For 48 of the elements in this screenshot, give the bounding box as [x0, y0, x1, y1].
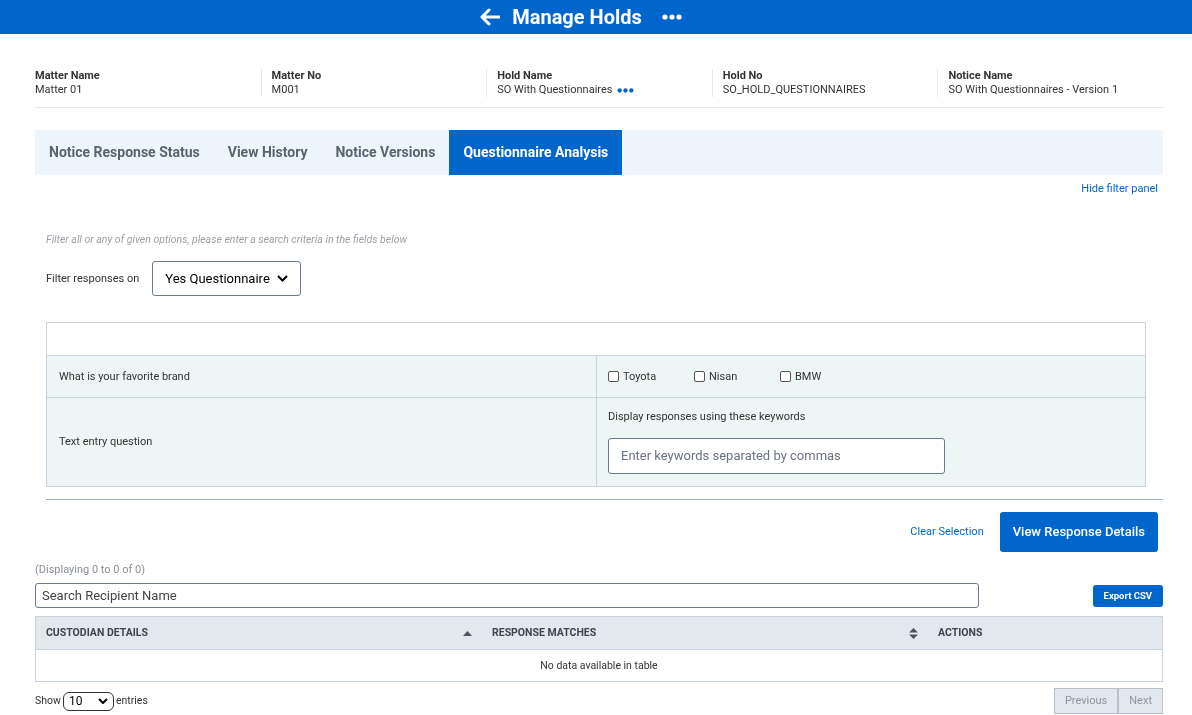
more-icon[interactable]: [661, 14, 682, 20]
question-text: What is your favorite brand: [59, 368, 190, 385]
chevron-down-icon: [277, 275, 289, 283]
info-value: SO With Questionnaires: [497, 83, 613, 97]
info-label: Matter No: [271, 69, 323, 83]
column-header[interactable]: CUSTODIAN DETAILS: [46, 625, 148, 642]
clear-selection-link[interactable]: Clear Selection: [910, 523, 984, 540]
filter-select[interactable]: Yes Questionnaire: [152, 261, 302, 297]
chevron-down-icon: [97, 698, 108, 705]
sort-up-icon[interactable]: [463, 630, 472, 636]
sort-icon[interactable]: [909, 627, 918, 639]
entries-label: entries: [115, 693, 148, 710]
search-field[interactable]: Search Recipient Name: [35, 583, 979, 609]
info-label: Matter Name: [35, 69, 101, 83]
displaying-count: (Displaying 0 to 0 of 0): [35, 561, 147, 578]
keywords-label: Display responses using these keywords: [608, 409, 807, 426]
checkbox[interactable]: [694, 371, 705, 383]
column-header[interactable]: ACTIONS: [938, 625, 983, 642]
info-value: Matter 01: [35, 83, 83, 97]
page-length-select[interactable]: 10: [62, 691, 114, 711]
info-label: Notice Name: [948, 69, 1014, 83]
tab[interactable]: Questionnaire Analysis: [449, 130, 623, 175]
checkbox[interactable]: [608, 371, 619, 383]
tab[interactable]: Notice Response Status: [35, 130, 214, 175]
more-icon[interactable]: [617, 87, 635, 93]
info-value: M001: [271, 83, 300, 97]
show-label: Show: [35, 693, 61, 710]
checkbox[interactable]: [780, 371, 791, 383]
hide-filter-link[interactable]: Hide filter panel: [1081, 181, 1158, 198]
option-label: BMW: [795, 368, 822, 385]
info-label: Hold Name: [497, 69, 554, 83]
view-response-details-button[interactable]: View Response Details: [999, 511, 1158, 552]
info-value: SO_HOLD_QUESTIONNAIRES: [722, 83, 866, 97]
keywords-field[interactable]: Enter keywords separated by commas: [608, 437, 945, 474]
empty-table-message: No data available in table: [540, 657, 658, 674]
column-header[interactable]: RESPONSE MATCHES: [492, 625, 597, 642]
info-value: SO With Questionnaires - Version 1: [948, 83, 1119, 97]
export-csv-button[interactable]: Export CSV: [1092, 584, 1163, 607]
filter-label: Filter responses on: [46, 270, 140, 287]
back-arrow-icon[interactable]: [480, 8, 501, 26]
option-label: Toyota: [623, 368, 657, 385]
option-label: Nisan: [709, 368, 738, 385]
info-label: Hold No: [722, 69, 764, 83]
tab[interactable]: Notice Versions: [321, 130, 450, 175]
tab[interactable]: View History: [213, 130, 322, 175]
page-title: Manage Holds: [512, 4, 642, 31]
question-text: Text entry question: [59, 433, 153, 450]
filter-hint: Filter all or any of given options, please enter a search criteria in the fields below: [46, 231, 409, 248]
